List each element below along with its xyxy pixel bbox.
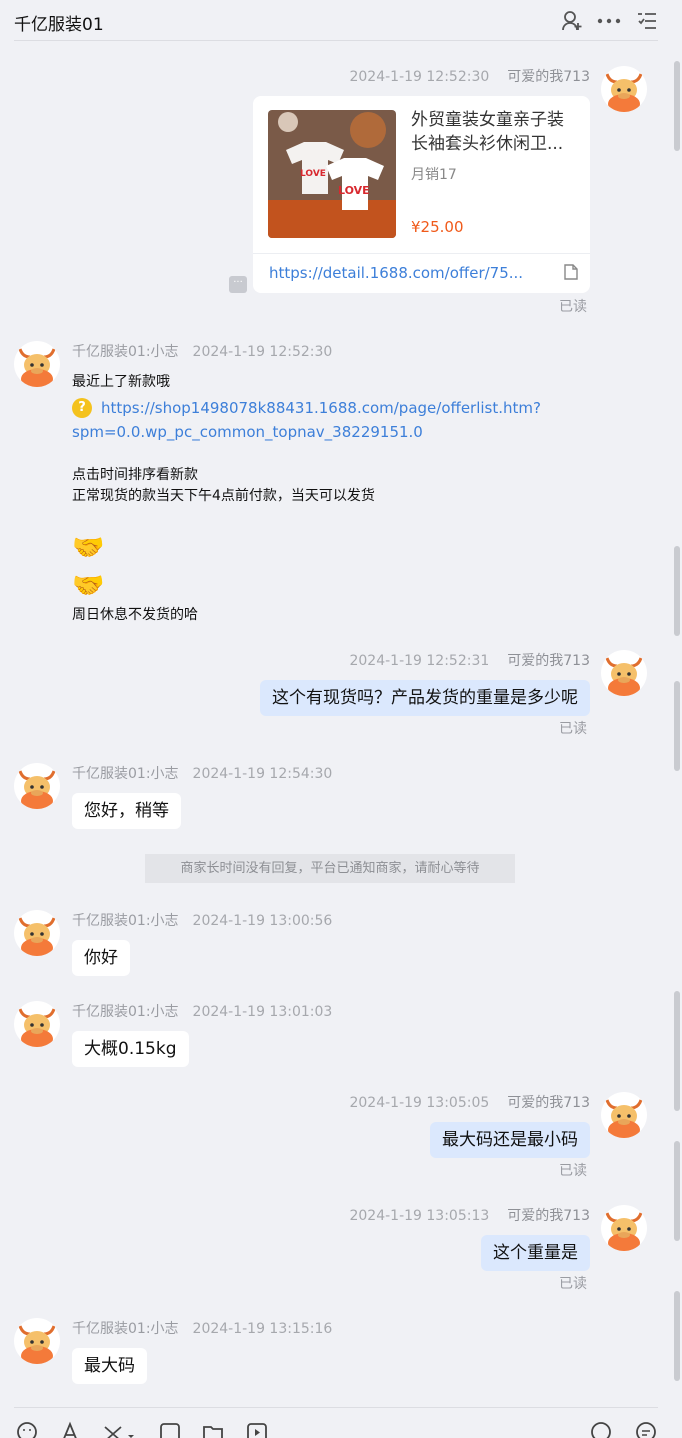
read-status: 已读 [559,721,587,737]
message-meta: 千亿服装01:小志 2024-1-19 12:52:30 [72,341,332,361]
message-bubble[interactable]: 这个有现货吗？产品发货的重量是多少呢 [260,680,590,716]
sender-name: 可爱的我713 [507,1208,590,1224]
sender-name: 可爱的我713 [507,653,590,669]
product-link[interactable]: https://detail.1688.com/offer/75... [269,264,523,282]
message-line: 点击时间排序看新款 [72,467,198,483]
message-meta: 千亿服装01:小志 2024-1-19 12:54:30 [72,763,332,783]
sender-name: 千亿服装01:小志 [72,766,179,782]
message-more-button[interactable]: ··· [229,276,247,293]
scroll-thumb[interactable] [674,1291,680,1381]
scroll-thumb[interactable] [674,991,680,1111]
product-image[interactable]: LOVE LOVE [268,110,396,238]
image-icon[interactable] [159,1421,181,1438]
scissors-icon[interactable] [102,1421,136,1438]
message-meta: 千亿服装01:小志 2024-1-19 13:01:03 [72,1001,332,1021]
read-status: 已读 [559,1163,587,1179]
person-add-icon[interactable] [559,8,585,34]
card-divider [253,253,590,254]
message-meta: 2024-1-19 13:05:13 可爱的我713 [349,1205,590,1225]
message-meta: 2024-1-19 12:52:31 可爱的我713 [349,650,590,670]
shop-link[interactable]: https://shop1498078k88431.1688.com/page/… [101,396,541,420]
header-divider [14,40,658,41]
copy-icon[interactable] [564,264,578,284]
read-status: 已读 [559,299,587,315]
sender-name: 千亿服装01:小志 [72,344,179,360]
input-toolbar [0,1405,682,1438]
avatar[interactable] [601,650,647,696]
share-icon[interactable] [590,1421,612,1438]
avatar[interactable] [14,910,60,956]
sender-name: 可爱的我713 [507,69,590,85]
message-time: 2024-1-19 13:15:16 [192,1321,333,1337]
message-time: 2024-1-19 12:52:31 [349,653,490,669]
avatar[interactable] [14,1001,60,1047]
message-line: 周日休息不发货的哈 [72,607,198,623]
avatar[interactable] [601,1092,647,1138]
video-icon[interactable] [246,1421,268,1438]
system-notice: 商家长时间没有回复，平台已通知商家，请耐心等待 [145,854,515,883]
more-icon[interactable] [596,8,622,34]
product-price: ¥25.00 [411,218,464,236]
emoji-icon[interactable] [16,1421,38,1438]
message-time: 2024-1-19 13:01:03 [192,1004,333,1020]
product-sales: 月销17 [411,167,457,183]
scroll-thumb[interactable] [674,61,680,151]
scroll-thumb[interactable] [674,546,680,636]
sender-name: 千亿服装01:小志 [72,1321,179,1337]
message-bubble[interactable]: 大概0.15kg [72,1031,189,1067]
scrollbar[interactable] [672,41,682,1408]
avatar[interactable] [14,763,60,809]
handshake-emoji: 🤝 [72,571,105,601]
sender-name: 可爱的我713 [507,1095,590,1111]
message-bubble[interactable]: 您好，稍等 [72,793,181,829]
message-time: 2024-1-19 13:05:13 [349,1208,490,1224]
product-title[interactable]: 外贸童装女童亲子装长袖套头衫休闲卫... [411,108,577,156]
shop-link-cont[interactable]: spm=0.0.wp_pc_common_topnav_38229151.0 [72,420,541,444]
message-time: 2024-1-19 13:00:56 [192,913,333,929]
chat-title: 千亿服装01 [14,15,104,35]
svg-text:LOVE: LOVE [300,169,326,179]
avatar[interactable] [601,66,647,112]
message-line: 最近上了新款哦 [72,374,170,390]
thumb-text: LOVE [338,184,370,197]
message-meta: 2024-1-19 13:05:05 可爱的我713 [349,1092,590,1112]
avatar[interactable] [14,341,60,387]
question-icon: ? [72,398,92,418]
message-meta: 2024-1-19 12:52:30 可爱的我713 [349,66,590,86]
message-time: 2024-1-19 12:54:30 [192,766,333,782]
message-bubble[interactable]: 最大码 [72,1348,147,1384]
sender-name: 千亿服装01:小志 [72,913,179,929]
message-time: 2024-1-19 13:05:05 [349,1095,490,1111]
message-bubble[interactable]: 你好 [72,940,130,976]
chat-header: 千亿服装01 [0,0,682,41]
list-icon[interactable] [634,8,660,34]
message-line: 正常现货的款当天下午4点前付款，当天可以发货 [72,488,375,504]
folder-icon[interactable] [202,1421,224,1438]
handshake-emoji: 🤝 [72,533,105,563]
message-time: 2024-1-19 12:52:30 [192,344,333,360]
message-time: 2024-1-19 12:52:30 [349,69,490,85]
read-status: 已读 [559,1276,587,1292]
scroll-thumb[interactable] [674,681,680,771]
avatar[interactable] [14,1318,60,1364]
product-card[interactable]: LOVE LOVE 外贸童装女童亲子装长袖套头衫休闲卫... 月销17 ¥25.… [253,96,590,293]
toolbar-divider [14,1407,658,1408]
quick-reply-icon[interactable] [635,1421,657,1438]
message-bubble[interactable]: 最大码还是最小码 [430,1122,590,1158]
scroll-thumb[interactable] [674,1141,680,1241]
sender-name: 千亿服装01:小志 [72,1004,179,1020]
shop-message: 最近上了新款哦 ? https://shop1498078k88431.1688… [72,372,541,626]
avatar[interactable] [601,1205,647,1251]
font-icon[interactable] [59,1421,81,1438]
message-meta: 千亿服装01:小志 2024-1-19 13:00:56 [72,910,332,930]
message-bubble[interactable]: 这个重量是 [481,1235,590,1271]
message-meta: 千亿服装01:小志 2024-1-19 13:15:16 [72,1318,332,1338]
